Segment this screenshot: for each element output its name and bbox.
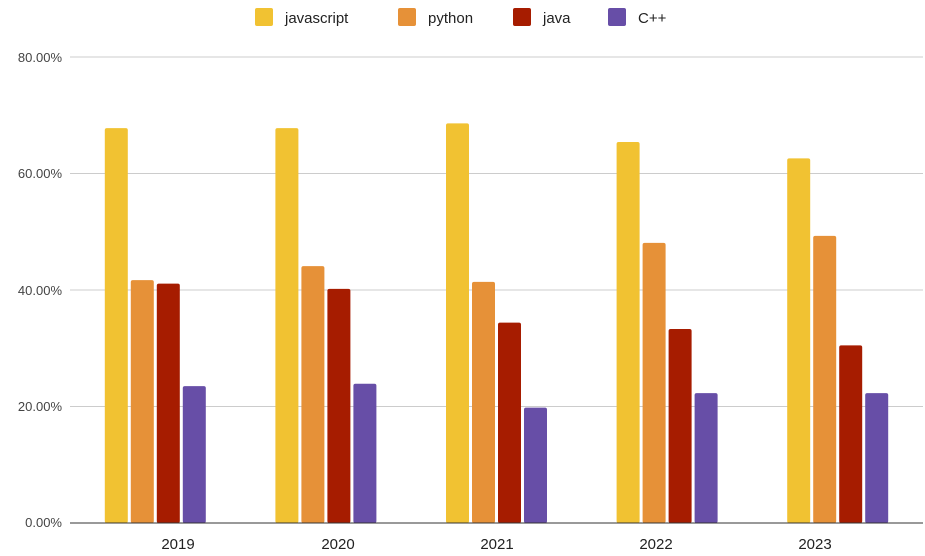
bars xyxy=(104,123,889,524)
x-tick-label: 2019 xyxy=(161,536,194,553)
legend-label-javascript: javascript xyxy=(284,10,349,27)
bar-python-2021 xyxy=(472,281,495,523)
bar-python-2022 xyxy=(642,242,666,523)
legend-swatch-javascript xyxy=(255,8,273,26)
legend-label-java: java xyxy=(542,10,571,27)
bar-java-2022 xyxy=(668,329,692,523)
bar-cpp-2022 xyxy=(694,393,718,523)
bar-java-2019 xyxy=(156,283,180,523)
bar-javascript-2022 xyxy=(616,142,640,524)
bar-javascript-2021 xyxy=(446,123,469,523)
bar-python-2023 xyxy=(813,235,837,523)
y-tick-label: 20.00% xyxy=(18,399,63,414)
legend-swatch-java xyxy=(513,8,531,26)
x-tick-label: 2020 xyxy=(321,536,354,553)
legend-label-cpp: C++ xyxy=(638,10,667,27)
bar-java-2023 xyxy=(839,345,863,523)
y-tick-label: 40.00% xyxy=(18,283,63,298)
legend-swatch-python xyxy=(398,8,416,26)
bar-chart: 0.00% 20.00% 40.00% 60.00% 80.00% 2019 2… xyxy=(18,8,923,553)
bar-python-2020 xyxy=(301,266,325,523)
bar-javascript-2023 xyxy=(787,158,811,524)
x-tick-label: 2022 xyxy=(639,536,672,553)
x-tick-label: 2023 xyxy=(798,536,831,553)
y-tick-label: 80.00% xyxy=(18,50,63,65)
legend-label-python: python xyxy=(428,10,473,27)
legend: javascript python java C++ xyxy=(255,8,667,27)
bar-python-2019 xyxy=(130,280,154,523)
bar-java-2020 xyxy=(327,288,351,523)
bar-cpp-2019 xyxy=(182,386,206,523)
x-tick-label: 2021 xyxy=(480,536,513,553)
legend-swatch-cpp xyxy=(608,8,626,26)
y-axis: 0.00% 20.00% 40.00% 60.00% 80.00% xyxy=(18,50,63,530)
bar-cpp-2021 xyxy=(524,407,547,523)
bar-cpp-2020 xyxy=(353,383,377,523)
x-axis: 2019 2020 2021 2022 2023 xyxy=(161,536,831,553)
bar-javascript-2019 xyxy=(104,128,128,523)
y-tick-label: 60.00% xyxy=(18,166,63,181)
y-tick-label: 0.00% xyxy=(25,515,62,530)
bar-javascript-2020 xyxy=(275,128,299,523)
bar-java-2021 xyxy=(498,322,521,523)
bar-cpp-2023 xyxy=(865,393,889,523)
